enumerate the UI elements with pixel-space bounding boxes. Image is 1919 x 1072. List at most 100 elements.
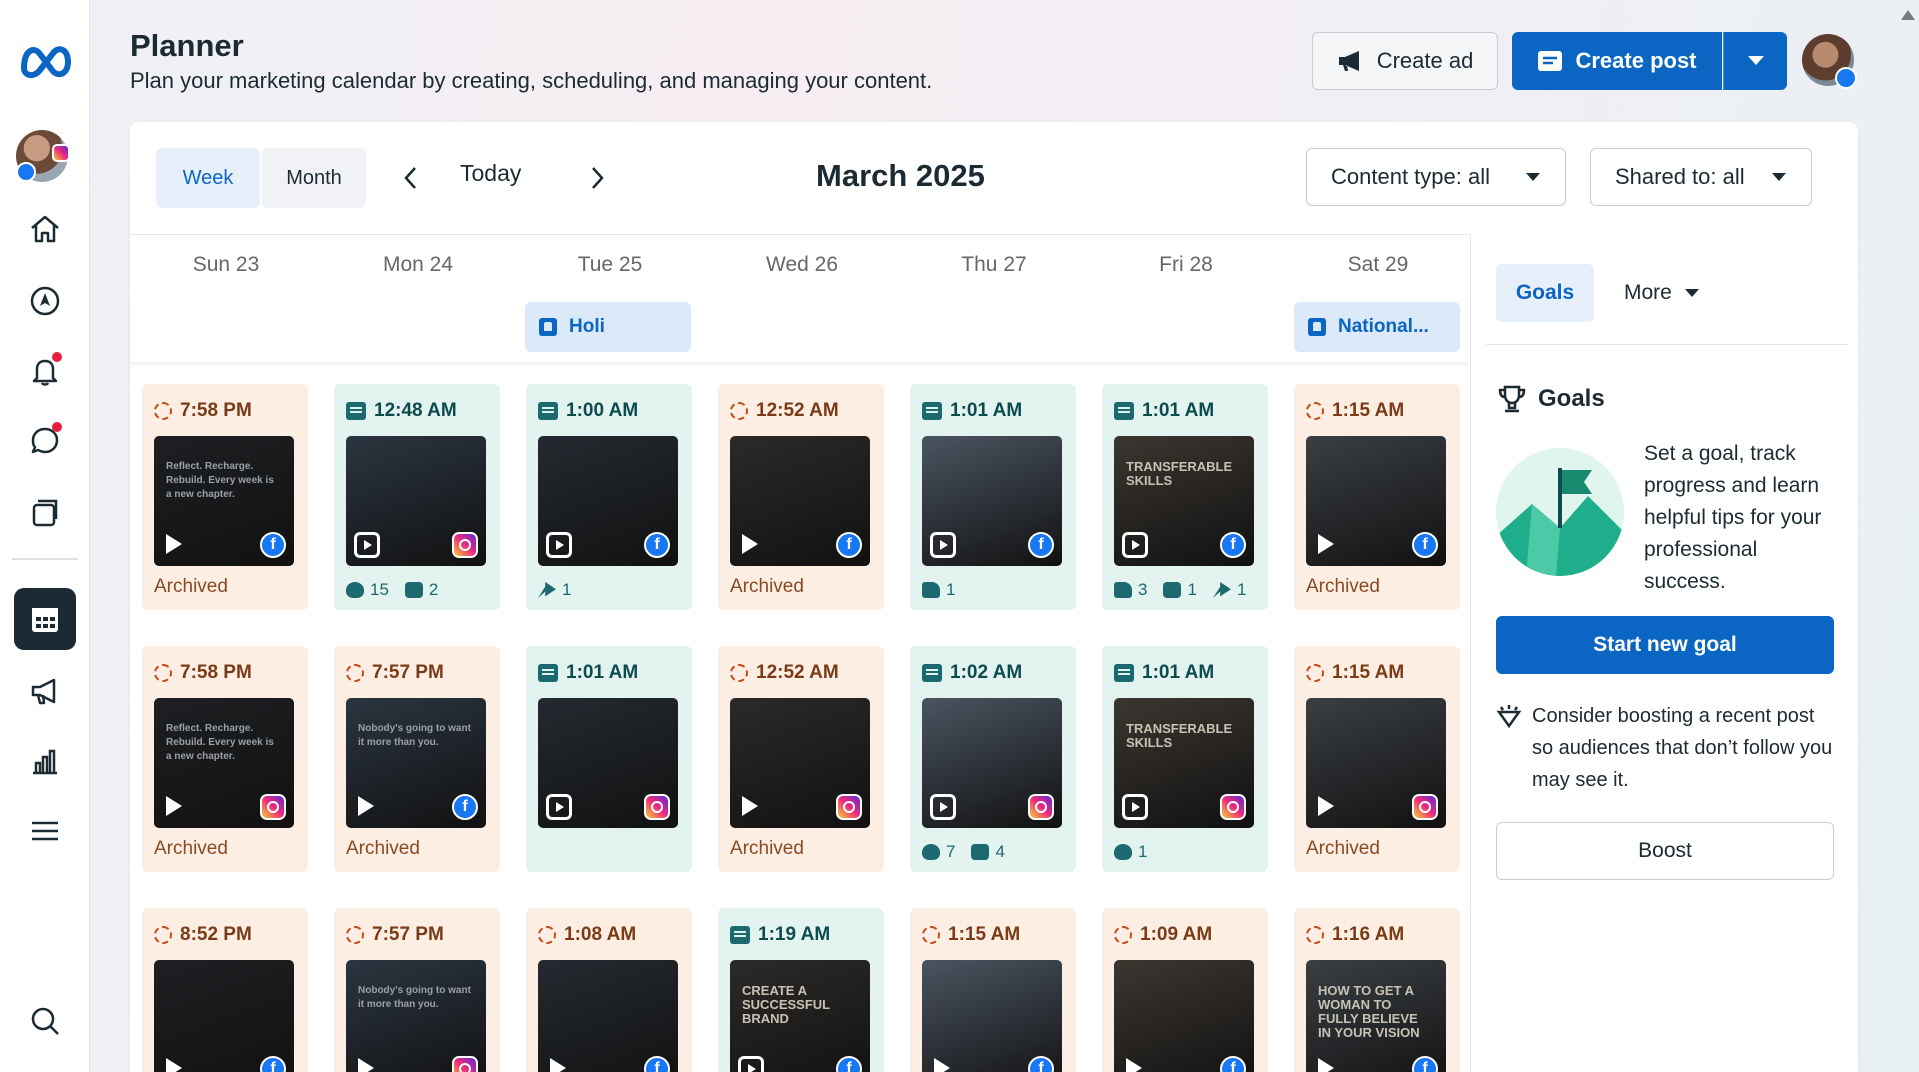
create-post-button[interactable]: Create post: [1512, 32, 1722, 90]
rail-divider: [12, 558, 78, 560]
post-thumbnail[interactable]: f: [922, 436, 1062, 566]
tab-goals[interactable]: Goals: [1496, 264, 1594, 322]
today-button[interactable]: Today: [460, 160, 521, 187]
post-time-label: 12:52 AM: [756, 400, 839, 421]
post-thumbnail[interactable]: TRANSFERABLE SKILLS f: [1114, 436, 1254, 566]
day-header: Mon 24: [382, 253, 454, 276]
post-thumbnail[interactable]: f: [538, 960, 678, 1072]
post-card[interactable]: 1:15 AM Archived: [1294, 646, 1460, 872]
post-thumbnail[interactable]: [922, 698, 1062, 828]
start-new-goal-button[interactable]: Start new goal: [1496, 616, 1834, 674]
facebook-icon: f: [836, 1056, 862, 1072]
nav-search[interactable]: [14, 990, 76, 1052]
post-card[interactable]: 1:15 AM f: [910, 908, 1076, 1072]
stat-heart: 15: [346, 580, 389, 600]
post-thumbnail[interactable]: f: [730, 436, 870, 566]
scroll-up-arrow[interactable]: [1901, 10, 1915, 20]
post-thumbnail[interactable]: [346, 436, 486, 566]
nav-planner[interactable]: [14, 588, 76, 650]
post-card[interactable]: 12:48 AM 15 2: [334, 384, 500, 610]
nav-explore[interactable]: [14, 270, 76, 332]
nav-ads[interactable]: [14, 660, 76, 722]
event-label: Holi: [569, 316, 605, 337]
instagram-icon: [836, 794, 862, 820]
tab-week[interactable]: Week: [156, 148, 260, 208]
scheduled-clock-icon: [922, 926, 940, 944]
post-time-label: 1:15 AM: [948, 924, 1021, 945]
shared-to-filter[interactable]: Shared to: all: [1590, 148, 1812, 206]
nav-menu[interactable]: [14, 800, 76, 862]
previous-week-button[interactable]: [392, 158, 428, 198]
create-post-dropdown[interactable]: [1723, 32, 1787, 90]
post-thumbnail[interactable]: f: [1306, 436, 1446, 566]
goals-description: Set a goal, track progress and learn hel…: [1644, 442, 1822, 593]
create-ad-button[interactable]: Create ad: [1312, 32, 1498, 90]
nav-notifications[interactable]: [14, 340, 76, 402]
post-thumbnail[interactable]: [1306, 698, 1446, 828]
post-stats: 74: [922, 842, 1005, 862]
post-thumbnail[interactable]: Reflect. Recharge. Rebuild. Every week i…: [154, 698, 294, 828]
scheduled-clock-icon: [1306, 402, 1324, 420]
post-card[interactable]: 1:16 AM HOW TO GET A WOMAN TO FULLY BELIE…: [1294, 908, 1460, 1072]
thumbnail-caption: TRANSFERABLE SKILLS: [1126, 459, 1233, 488]
post-thumbnail[interactable]: f: [538, 436, 678, 566]
meta-logo-icon[interactable]: [18, 40, 74, 80]
post-thumbnail[interactable]: f: [1114, 960, 1254, 1072]
post-thumbnail[interactable]: [538, 698, 678, 828]
post-card[interactable]: 8:52 PM f: [142, 908, 308, 1072]
thumbnail-caption: Nobody's going to want it more than you.: [358, 985, 471, 1010]
boost-button[interactable]: Boost: [1496, 822, 1834, 880]
post-thumbnail[interactable]: TRANSFERABLE SKILLS: [1114, 698, 1254, 828]
content-type-filter[interactable]: Content type: all: [1306, 148, 1566, 206]
day-header: Wed 26: [766, 253, 838, 276]
post-card[interactable]: 1:01 AM TRANSFERABLE SKILLS f 3 1 1: [1102, 384, 1268, 610]
post-thumbnail[interactable]: CREATE A SUCCESSFUL BRAND f: [730, 960, 870, 1072]
profile-avatar[interactable]: [1802, 34, 1857, 89]
published-post-icon: [346, 402, 366, 420]
post-card[interactable]: 1:01 AM f 1: [910, 384, 1076, 610]
nav-insights[interactable]: [14, 730, 76, 792]
event-chip-holi[interactable]: Holi: [525, 302, 691, 352]
tab-month[interactable]: Month: [262, 148, 366, 208]
post-thumbnail[interactable]: f: [922, 960, 1062, 1072]
home-icon: [31, 215, 59, 243]
like-icon: [1114, 582, 1132, 598]
post-thumbnail[interactable]: [730, 698, 870, 828]
post-card[interactable]: 1:01 AM TRANSFERABLE SKILLS 1: [1102, 646, 1268, 872]
post-card[interactable]: 7:57 PM Nobody's going to want it more th…: [334, 908, 500, 1072]
post-card[interactable]: 1:01 AM: [526, 646, 692, 872]
nav-home[interactable]: [14, 198, 76, 260]
post-card[interactable]: 12:52 AM Archived: [718, 646, 884, 872]
nav-inbox[interactable]: [14, 410, 76, 472]
nav-content[interactable]: [14, 482, 76, 544]
day-header: Sat 29: [1347, 253, 1409, 276]
post-card[interactable]: 1:00 AM f 1: [526, 384, 692, 610]
post-thumbnail[interactable]: Reflect. Recharge. Rebuild. Every week i…: [154, 436, 294, 566]
post-card[interactable]: 1:02 AM 7 4: [910, 646, 1076, 872]
event-chip-national[interactable]: National...: [1294, 302, 1460, 352]
scheduled-clock-icon: [538, 926, 556, 944]
play-icon: [1318, 1058, 1334, 1072]
tab-more[interactable]: More: [1624, 264, 1700, 322]
post-card[interactable]: 7:58 PM Reflect. Recharge. Rebuild. Every…: [142, 384, 308, 610]
post-card[interactable]: 1:19 AM CREATE A SUCCESSFUL BRAND f: [718, 908, 884, 1072]
stat-comment: 2: [404, 580, 438, 600]
post-time: 7:58 PM: [154, 662, 252, 684]
stat-value: 7: [946, 842, 956, 861]
post-card[interactable]: 7:57 PM Nobody's going to want it more th…: [334, 646, 500, 872]
post-card[interactable]: 1:09 AM f: [1102, 908, 1268, 1072]
post-card[interactable]: 1:15 AM f Archived: [1294, 384, 1460, 610]
post-stats: 3 1 1: [1114, 580, 1246, 600]
post-card[interactable]: 1:08 AM f: [526, 908, 692, 1072]
next-week-button[interactable]: [580, 158, 616, 198]
comment-icon: [1163, 582, 1182, 598]
post-thumbnail[interactable]: f: [154, 960, 294, 1072]
post-card[interactable]: 12:52 AM f Archived: [718, 384, 884, 610]
post-thumbnail[interactable]: Nobody's going to want it more than you.: [346, 960, 486, 1072]
post-thumbnail[interactable]: HOW TO GET A WOMAN TO FULLY BELIEVE IN Y…: [1306, 960, 1446, 1072]
post-card[interactable]: 7:58 PM Reflect. Recharge. Rebuild. Every…: [142, 646, 308, 872]
facebook-icon: f: [1220, 1056, 1246, 1072]
post-thumbnail[interactable]: Nobody's going to want it more than you.…: [346, 698, 486, 828]
account-avatar[interactable]: [16, 130, 70, 182]
reel-icon: [354, 532, 380, 558]
